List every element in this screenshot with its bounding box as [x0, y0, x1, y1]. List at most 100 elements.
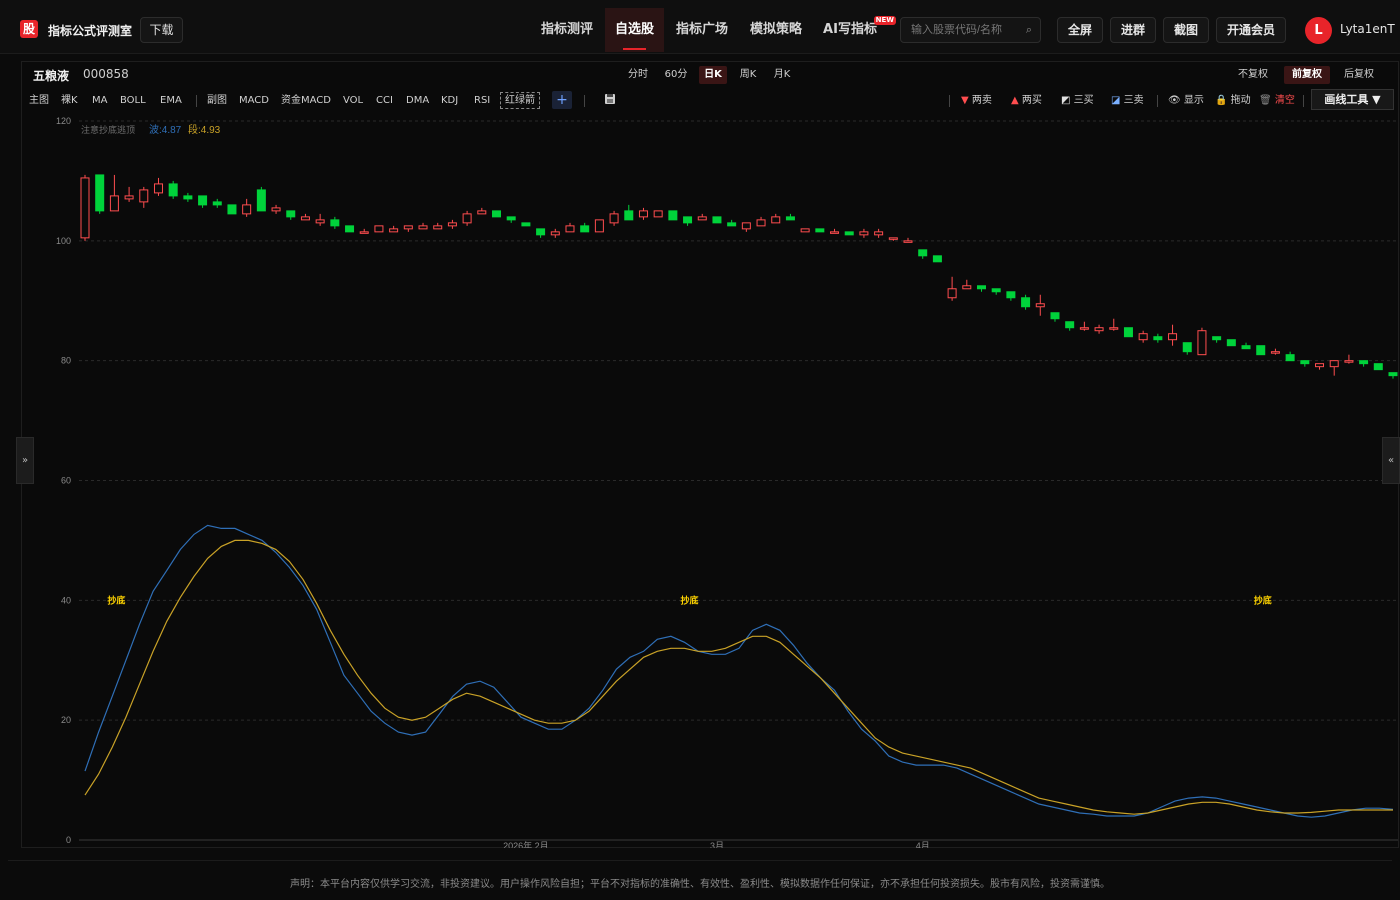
top-navigation-bar: 股 指标公式评测室 下载 指标测评 自选股 指标广场 模拟策略 AI写指标 NE… — [0, 0, 1400, 54]
candle-body — [403, 225, 413, 230]
stock-search-box[interactable]: ⌕ — [900, 17, 1041, 43]
candle-body — [492, 210, 502, 218]
segment-line — [84, 539, 1393, 815]
indicator-main[interactable]: 主图 — [29, 94, 49, 108]
fullscreen-button[interactable]: 全屏 — [1057, 17, 1103, 43]
candle-body — [95, 174, 105, 212]
chart-panel: 五粮液 000858 分时 60分 日K 周K 月K 不复权 前复权 后复权 主… — [21, 61, 1399, 848]
candle-body — [918, 249, 928, 257]
expand-right-handle[interactable]: « — [1382, 437, 1400, 484]
two-sell-tool[interactable]: ▼ 两卖 — [961, 94, 992, 108]
vip-button[interactable]: 开通会员 — [1216, 17, 1286, 43]
candle-body — [727, 222, 737, 227]
nav-simulation-strategy[interactable]: 模拟策略 — [740, 8, 812, 52]
period-tab-daily[interactable]: 日K — [699, 66, 727, 84]
trend-line-icon: ◩ — [1061, 95, 1071, 106]
candle-body — [1109, 327, 1119, 330]
stock-search-input[interactable] — [911, 22, 1021, 38]
three-buy-label: 三买 — [1073, 95, 1094, 106]
candle-body — [447, 222, 457, 227]
indicator-dma[interactable]: DMA — [406, 94, 429, 108]
candle-body — [785, 216, 795, 221]
username[interactable]: Lyta1enT — [1340, 22, 1395, 36]
candle-body — [418, 225, 428, 230]
bottom-signal-label: 抄底 — [107, 594, 125, 605]
candle-body — [300, 216, 310, 221]
indicator-naked-k[interactable]: 裸K — [61, 94, 78, 108]
candle-body — [1359, 360, 1369, 365]
join-group-button[interactable]: 进群 — [1110, 17, 1156, 43]
indicator-boll[interactable]: BOLL — [120, 94, 146, 108]
search-icon[interactable]: ⌕ — [1026, 23, 1032, 37]
nav-indicator-plaza[interactable]: 指标广场 — [666, 8, 738, 52]
candle-body — [903, 240, 913, 243]
candle-body — [830, 231, 840, 234]
period-tab-weekly[interactable]: 周K — [734, 66, 762, 84]
clear-button[interactable]: 🗑 清空 — [1259, 94, 1295, 108]
indicator-red-green-arrow[interactable]: 红绿箭 — [500, 92, 540, 109]
candle-body — [1050, 312, 1060, 320]
two-buy-label: 两买 — [1021, 95, 1042, 106]
avatar[interactable]: L — [1305, 17, 1332, 44]
save-icon[interactable] — [604, 93, 616, 105]
candle-body — [609, 213, 619, 224]
site-title: 指标公式评测室 — [48, 24, 133, 38]
indicator-vol[interactable]: VOL — [343, 94, 363, 108]
adjust-tab-backward[interactable]: 后复权 — [1339, 66, 1379, 84]
kline-chart[interactable]: 0 20 40 60 80 100 120 抄底 抄底 抄底 2026年 2月 3月 4月 注意抄底… — [22, 114, 1398, 848]
add-indicator-button[interactable]: + — [552, 91, 572, 109]
indicator-ma[interactable]: MA — [92, 94, 107, 108]
candle-body — [536, 228, 546, 236]
toolbar-divider — [1157, 95, 1158, 107]
nav-ai-indicator-label: AI写指标 — [823, 22, 877, 37]
x-axis-label: 3月 — [710, 841, 724, 848]
adjust-tab-forward[interactable]: 前复权 — [1284, 66, 1330, 84]
bottom-signal-label: 抄底 — [681, 594, 699, 605]
indicator-cci[interactable]: CCI — [376, 94, 393, 108]
nav-indicator-review[interactable]: 指标测评 — [531, 8, 603, 52]
toolbar-divider — [949, 95, 950, 107]
candle-body — [712, 216, 722, 224]
candle-body — [1256, 345, 1266, 356]
adjust-tab-none[interactable]: 不复权 — [1233, 66, 1273, 84]
nav-watchlist[interactable]: 自选股 — [605, 8, 664, 52]
disclaimer: 声明：本平台内容仅供学习交流，非投资建议。用户操作风险自担；平台不对指标的准确性… — [290, 879, 1110, 890]
two-buy-tool[interactable]: ▲ 两买 — [1011, 94, 1042, 108]
candle-body — [256, 189, 266, 212]
three-sell-tool[interactable]: ◪ 三卖 — [1111, 94, 1144, 108]
screenshot-button[interactable]: 截图 — [1163, 17, 1209, 43]
drawing-tools-dropdown[interactable]: 画线工具 ▼ — [1311, 89, 1394, 110]
legend-segment-value: 段:4.93 — [188, 123, 221, 136]
show-toggle[interactable]: 👁 显示 — [1168, 94, 1204, 108]
eye-icon: 👁 — [1168, 95, 1181, 106]
candle-body — [653, 210, 663, 218]
indicator-kdj[interactable]: KDJ — [441, 94, 458, 108]
indicator-fund-macd[interactable]: 资金MACD — [281, 94, 331, 108]
candle-body — [668, 210, 678, 221]
candle-body — [697, 216, 707, 221]
indicator-rsi[interactable]: RSI — [474, 94, 490, 108]
candle-body — [1035, 303, 1045, 308]
period-tab-intraday[interactable]: 分时 — [624, 66, 652, 84]
drag-toggle[interactable]: 🔒 拖动 — [1215, 94, 1251, 108]
candle-body — [638, 210, 648, 218]
candle-body — [1388, 372, 1398, 377]
candle-body — [1079, 327, 1089, 330]
expand-left-handle[interactable]: » — [16, 437, 34, 484]
candle-body — [1300, 360, 1310, 365]
candle-body — [139, 189, 149, 203]
new-badge: NEW — [873, 16, 896, 25]
download-button[interactable]: 下载 — [140, 17, 183, 43]
y-tick-label: 40 — [61, 595, 71, 605]
indicator-macd[interactable]: MACD — [239, 94, 269, 108]
candle-body — [506, 216, 516, 221]
period-tab-60min[interactable]: 60分 — [662, 66, 690, 84]
indicator-sub[interactable]: 副图 — [207, 94, 227, 108]
candle-body — [1094, 327, 1104, 332]
three-buy-tool[interactable]: ◩ 三买 — [1061, 94, 1094, 108]
y-tick-label: 100 — [56, 236, 71, 246]
x-axis: 2026年 2月 3月 4月 — [503, 840, 930, 848]
indicator-ema[interactable]: EMA — [160, 94, 182, 108]
nav-ai-indicator[interactable]: AI写指标 NEW — [814, 8, 896, 52]
period-tab-monthly[interactable]: 月K — [768, 66, 796, 84]
